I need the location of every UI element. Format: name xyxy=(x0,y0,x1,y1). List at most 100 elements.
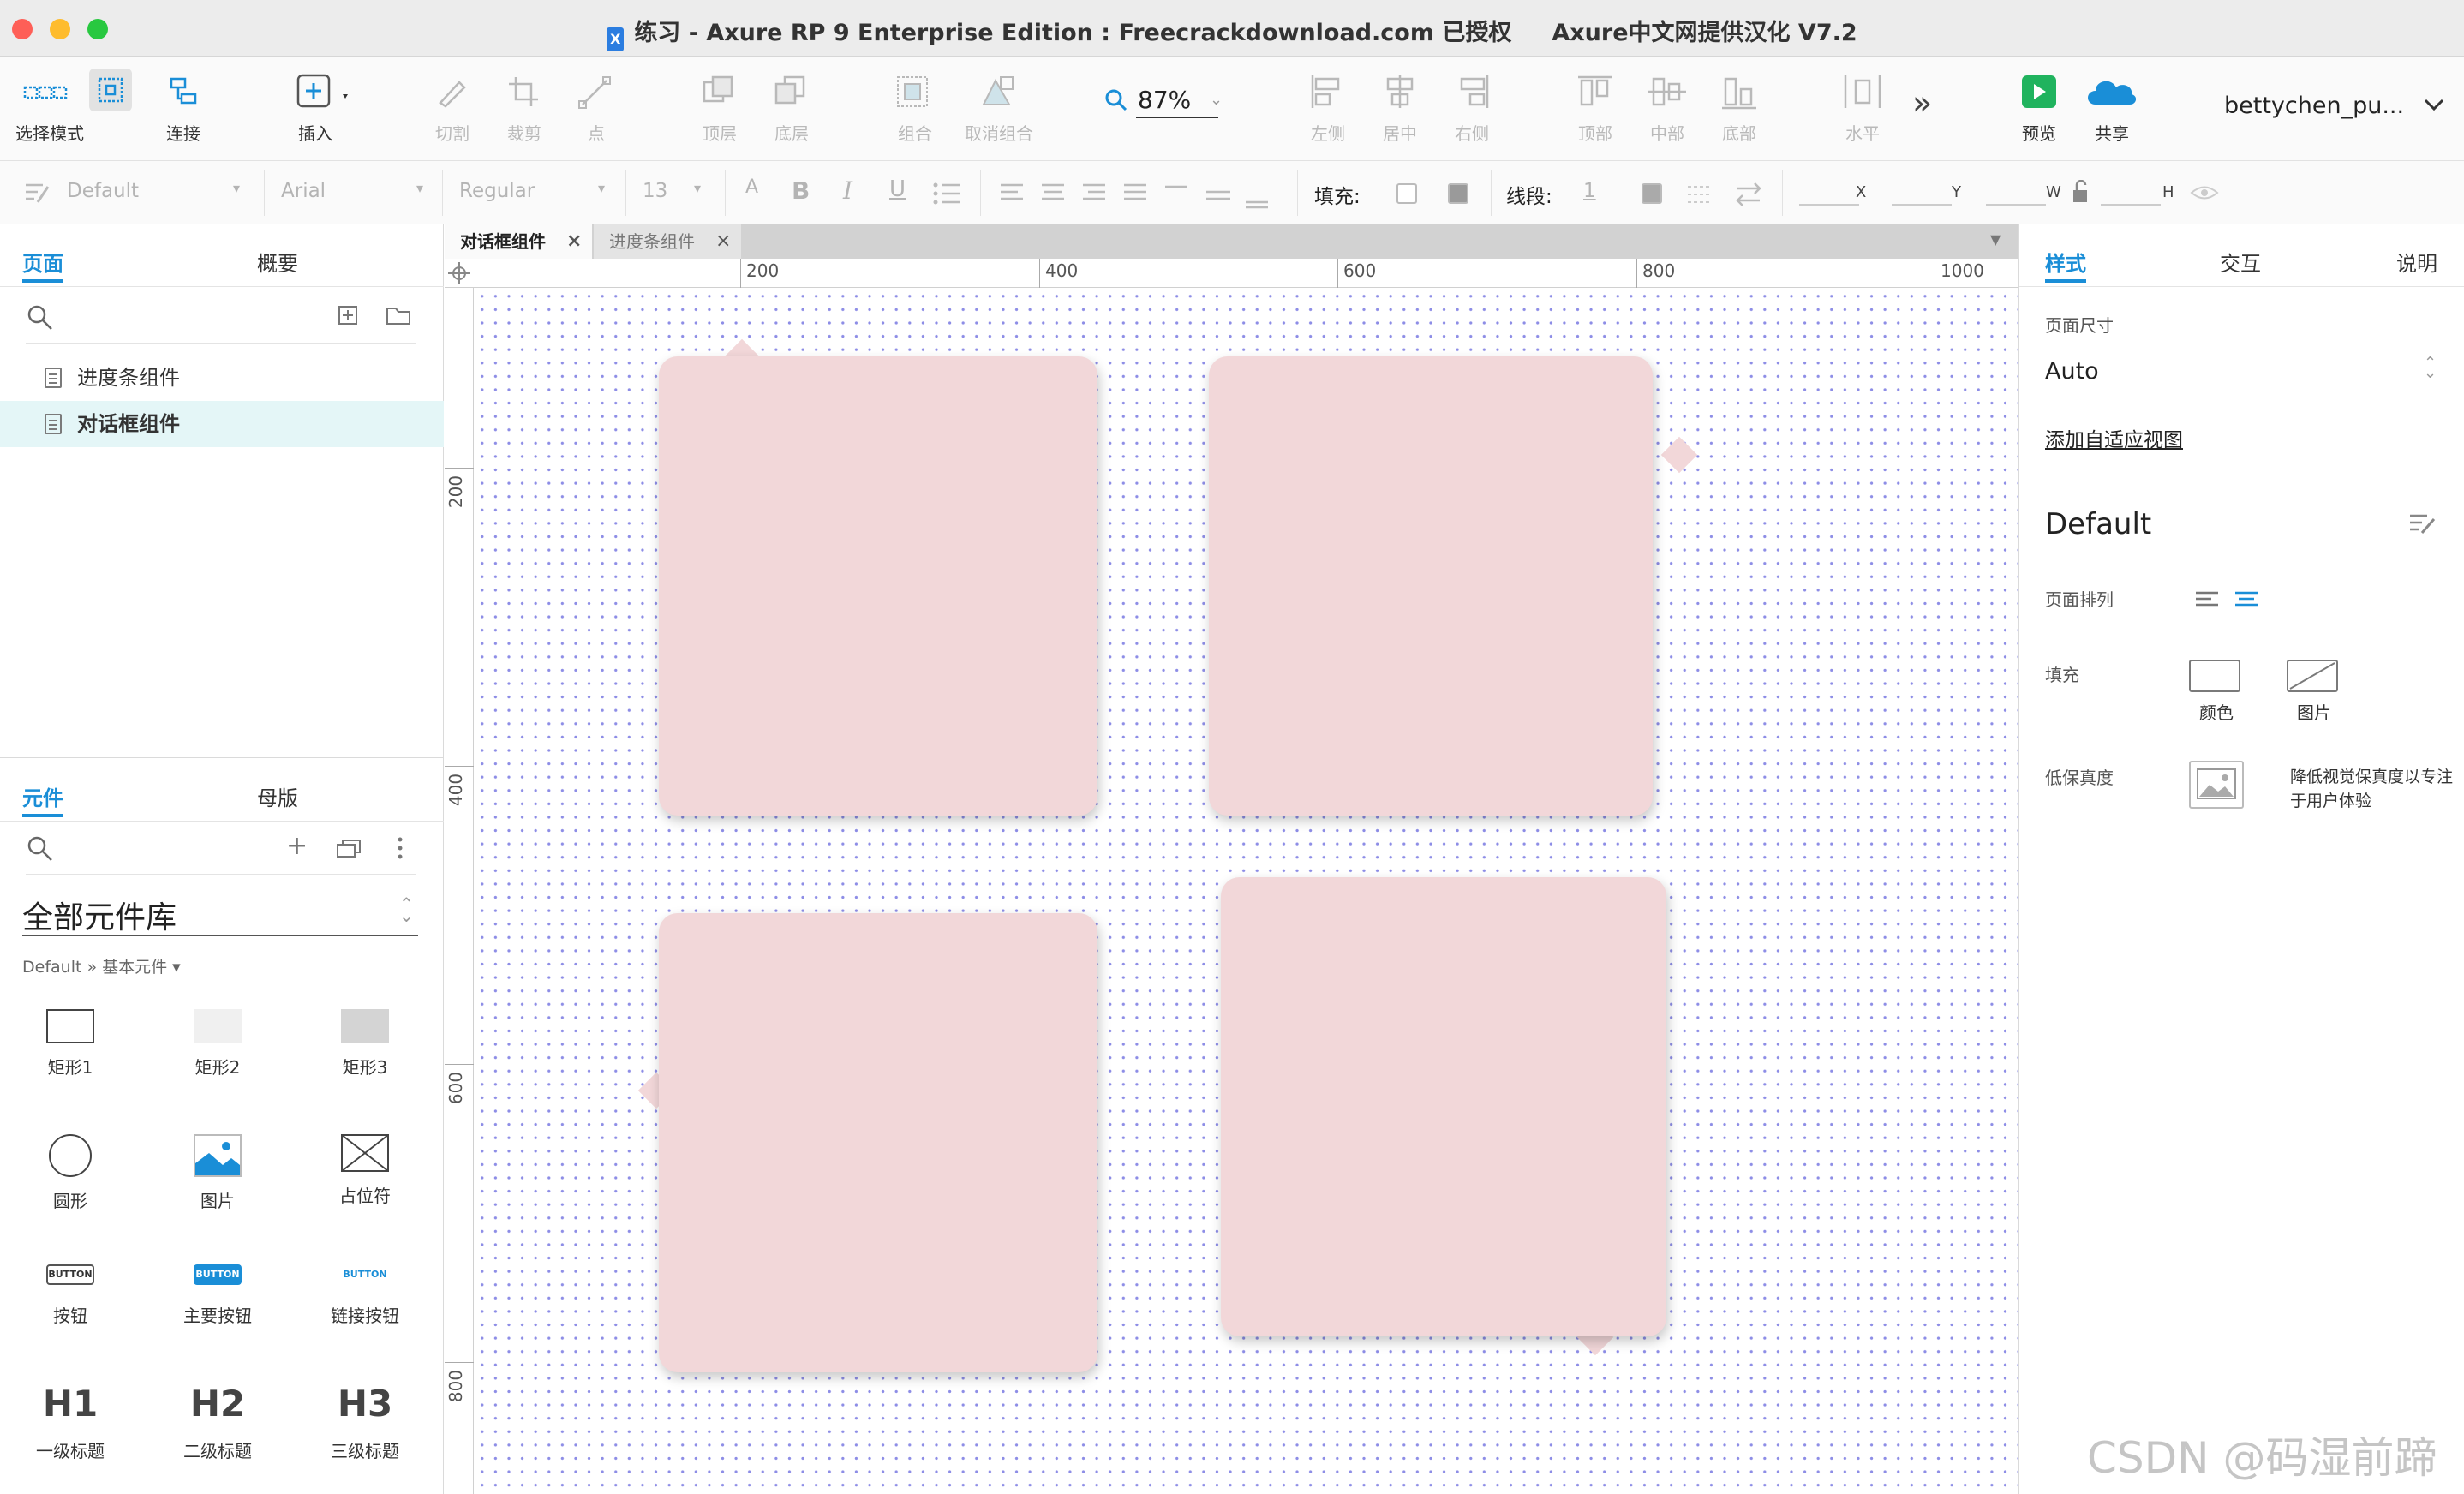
h-input[interactable] xyxy=(2101,204,2161,206)
lock-ratio-icon[interactable] xyxy=(2070,180,2090,206)
preview-button[interactable]: 预览 xyxy=(2015,72,2063,145)
bullet-list-icon[interactable] xyxy=(932,182,961,206)
widget-rectangle1[interactable]: 矩形1 xyxy=(6,1009,135,1079)
dialog-bubble-top-right[interactable] xyxy=(1209,356,1653,816)
low-fidelity-image-icon[interactable] xyxy=(2189,761,2244,809)
align-top-button[interactable]: 顶部 xyxy=(1571,72,1619,145)
widget-heading3[interactable]: H3 三级标题 xyxy=(301,1383,429,1462)
font-select[interactable]: Arial xyxy=(281,180,326,202)
connect-button[interactable]: 连接 xyxy=(158,72,209,145)
group-button[interactable]: 组合 xyxy=(891,72,939,145)
tab-widgets[interactable]: 元件 xyxy=(22,781,63,811)
page-item-progress[interactable]: 进度条组件 xyxy=(0,355,444,401)
zoom-chevron-down-icon[interactable]: ⌄ xyxy=(1210,91,1223,109)
stroke-pattern-icon[interactable] xyxy=(1686,183,1715,206)
widget-button[interactable]: BUTTON 按钮 xyxy=(6,1264,135,1327)
widget-link-button[interactable]: BUTTON 链接按钮 xyxy=(301,1264,429,1327)
w-input[interactable] xyxy=(1986,204,2046,206)
style-chevron-down-icon[interactable]: ▾ xyxy=(233,180,240,196)
align-right-button[interactable]: 右侧 xyxy=(1448,72,1496,145)
underline-icon[interactable]: U xyxy=(889,176,906,202)
widget-circle[interactable]: 圆形 xyxy=(6,1134,135,1212)
font-color-icon[interactable]: A xyxy=(745,176,758,198)
select-contained-button[interactable] xyxy=(89,69,132,111)
add-library-icon[interactable]: + xyxy=(286,831,308,861)
arrow-style-icon[interactable] xyxy=(1734,182,1763,207)
tab-interactions[interactable]: 交互 xyxy=(2220,247,2261,277)
fill-image-icon[interactable] xyxy=(2287,660,2338,692)
fill-color-icon[interactable] xyxy=(2189,660,2240,692)
tab-masters[interactable]: 母版 xyxy=(257,781,298,811)
x-input[interactable] xyxy=(1799,204,1859,206)
font-size-select[interactable]: 13 xyxy=(643,180,667,202)
widget-rectangle3[interactable]: 矩形3 xyxy=(301,1009,429,1079)
close-tab-icon[interactable]: × xyxy=(715,224,731,259)
zoom-control[interactable]: 87% ⌄ xyxy=(1103,82,1232,120)
weight-chevron-down-icon[interactable]: ▾ xyxy=(598,180,605,196)
more-tools-chevron-icon[interactable]: » xyxy=(1912,84,1932,122)
share-button[interactable]: 共享 xyxy=(2082,72,2142,145)
align-bottom-button[interactable]: 底部 xyxy=(1715,72,1763,145)
widget-image[interactable]: 图片 xyxy=(153,1134,282,1212)
pages-search-icon[interactable] xyxy=(26,303,55,332)
dialog-bubble-bottom-left[interactable] xyxy=(659,913,1097,1372)
send-to-back-button[interactable]: 底层 xyxy=(768,72,816,145)
bold-icon[interactable]: B xyxy=(792,176,810,205)
add-folder-icon[interactable] xyxy=(386,305,413,327)
font-chevron-down-icon[interactable]: ▾ xyxy=(416,180,423,196)
widget-heading1[interactable]: H1 一级标题 xyxy=(6,1383,135,1462)
widget-rectangle2[interactable]: 矩形2 xyxy=(153,1009,282,1079)
ungroup-button[interactable]: 取消组合 xyxy=(963,72,1035,145)
y-input[interactable] xyxy=(1892,204,1952,206)
tabs-overflow-chevron-icon[interactable]: ▼ xyxy=(1990,231,2001,248)
align-center-button[interactable]: 居中 xyxy=(1376,72,1424,145)
design-canvas[interactable] xyxy=(474,288,2018,1494)
align-page-center-icon[interactable] xyxy=(2234,589,2259,608)
page-item-dialog[interactable]: 对话框组件 xyxy=(0,401,444,447)
widget-primary-button[interactable]: BUTTON 主要按钮 xyxy=(153,1264,282,1327)
tab-notes[interactable]: 说明 xyxy=(2396,247,2437,277)
library-chevron-updown-icon[interactable]: ⌃ ⌄ xyxy=(399,895,414,924)
vertical-align-icons[interactable] xyxy=(1199,183,1268,209)
cut-button[interactable]: 切割 xyxy=(428,72,476,145)
page-size-chevron-updown-icon[interactable]: ⌃ ⌄ xyxy=(2424,356,2437,381)
edit-style-icon[interactable] xyxy=(2408,511,2437,536)
style-select[interactable]: Default xyxy=(67,180,139,202)
distribute-horizontal-button[interactable]: 水平 xyxy=(1839,72,1887,145)
doc-tab-progress[interactable]: 进度条组件 × xyxy=(594,224,741,259)
ruler-origin-crosshair-icon[interactable] xyxy=(448,262,470,284)
widgets-search-icon[interactable] xyxy=(26,834,55,864)
library-select[interactable]: 全部元件库 xyxy=(22,893,176,937)
stroke-color-swatch[interactable] xyxy=(1642,183,1662,204)
page-size-select[interactable]: Auto xyxy=(2045,358,2099,385)
doc-tab-dialog[interactable]: 对话框组件 × xyxy=(445,224,592,259)
widget-heading2[interactable]: H2 二级标题 xyxy=(153,1383,282,1462)
align-middle-button[interactable]: 中部 xyxy=(1643,72,1691,145)
bring-to-front-button[interactable]: 顶层 xyxy=(696,72,744,145)
tab-outline[interactable]: 概要 xyxy=(257,247,298,277)
dialog-bubble-top-left[interactable] xyxy=(659,356,1097,816)
widget-placeholder[interactable]: 占位符 xyxy=(301,1134,429,1207)
add-adaptive-view-link[interactable]: 添加自适应视图 xyxy=(2045,423,2183,452)
italic-icon[interactable]: I xyxy=(843,176,852,205)
dialog-bubble-bottom-right[interactable] xyxy=(1221,877,1666,1336)
stroke-width-input[interactable]: 1 xyxy=(1583,180,1596,202)
align-left-button[interactable]: 左侧 xyxy=(1304,72,1352,145)
visibility-eye-icon[interactable] xyxy=(2190,183,2219,202)
align-page-left-icon[interactable] xyxy=(2194,589,2220,608)
fill-shadow-swatch[interactable] xyxy=(1448,183,1468,204)
crop-button[interactable]: 裁剪 xyxy=(500,72,548,145)
add-page-icon[interactable] xyxy=(338,305,360,327)
select-mode-button[interactable]: 选择模式 xyxy=(15,72,84,145)
text-align-icons[interactable] xyxy=(1001,183,1206,206)
tab-style[interactable]: 样式 xyxy=(2045,247,2086,277)
point-button[interactable]: 点 xyxy=(572,72,620,145)
font-weight-select[interactable]: Regular xyxy=(459,180,535,202)
more-options-icon[interactable] xyxy=(394,836,406,860)
close-tab-icon[interactable]: × xyxy=(566,224,582,259)
library-copy-icon[interactable] xyxy=(336,838,363,860)
insert-button[interactable]: 插入 xyxy=(290,72,348,145)
size-chevron-down-icon[interactable]: ▾ xyxy=(694,180,701,196)
user-menu[interactable]: bettychen_pu... xyxy=(2224,93,2444,119)
library-breadcrumb[interactable]: Default » 基本元件 ▾ xyxy=(22,954,181,977)
